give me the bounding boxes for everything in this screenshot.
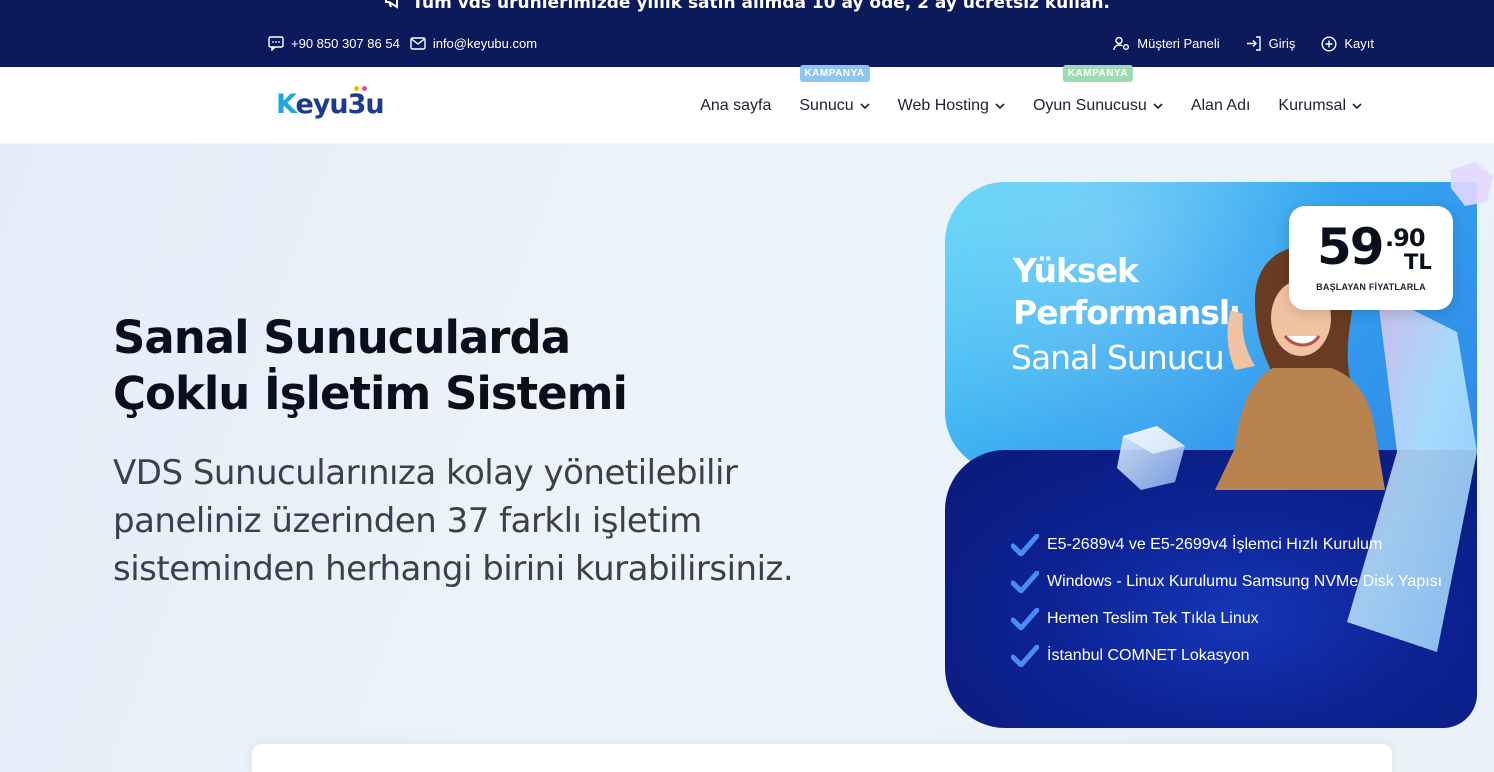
campaign-badge: KAMPANYA xyxy=(799,64,870,82)
email-address: info@keyubu.com xyxy=(432,36,538,51)
promo-heading: Yüksek Performanslı xyxy=(1013,251,1241,332)
nav-domain[interactable]: Alan Adı xyxy=(1191,97,1251,115)
hero-title-line1: Sanal Sunucularda xyxy=(113,311,571,364)
nav-home[interactable]: Ana sayfa xyxy=(700,97,771,115)
plus-circle-icon xyxy=(1321,35,1337,52)
feature-text: Hemen Teslim Tek Tıkla Linux xyxy=(1047,609,1259,627)
phone-link[interactable]: +90 850 307 86 54 xyxy=(268,36,400,51)
nav-game-server[interactable]: KAMPANYA Oyun Sunucusu xyxy=(1032,64,1163,115)
chevron-down-icon xyxy=(995,97,1005,115)
feature-item: E5-2689v4 ve E5-2699v4 İşlemci Hızlı Kur… xyxy=(1011,526,1442,563)
nav-corporate-label: Kurumsal xyxy=(1278,96,1346,114)
promo-banner[interactable]: YüksekPerformanslı Sanal Sunucu 59 .90 xyxy=(945,162,1493,728)
phone-number: +90 850 307 86 54 xyxy=(291,36,400,51)
feature-list: E5-2689v4 ve E5-2699v4 İşlemci Hızlı Kur… xyxy=(1011,526,1442,674)
checkmark-icon xyxy=(1011,644,1039,667)
nav-web-hosting[interactable]: Web Hosting xyxy=(898,97,1005,115)
register-label: Kayıt xyxy=(1344,36,1374,51)
search-card xyxy=(252,744,1392,772)
top-contact-bar: +90 850 307 86 54 info@keyubu.com Müşter… xyxy=(0,20,1494,67)
hero-subtitle: VDS Sunucularınıza kolay yönetilebilir p… xyxy=(113,453,794,589)
feature-text: İstanbul COMNET Lokasyon xyxy=(1047,646,1250,664)
feature-item: Windows - Linux Kurulumu Samsung NVMe Di… xyxy=(1011,563,1442,600)
nav-corporate[interactable]: Kurumsal xyxy=(1278,97,1362,115)
logo-wordmark: Keyu3u xyxy=(276,88,385,120)
checkmark-icon xyxy=(1011,533,1039,556)
chat-icon xyxy=(268,36,284,51)
price-cents: .90 xyxy=(1385,224,1426,252)
user-settings-icon xyxy=(1113,36,1130,51)
main-header: Keyu3u Ana sayfa KAMPANYA Sunucu Web Hos… xyxy=(0,64,1494,144)
login-icon xyxy=(1246,36,1262,51)
price-note: BAŞLAYAN FİYATLARLA xyxy=(1316,282,1426,292)
chevron-down-icon xyxy=(1352,97,1362,115)
price-main: 59 xyxy=(1317,218,1385,276)
feature-text: Windows - Linux Kurulumu Samsung NVMe Di… xyxy=(1047,572,1443,590)
customer-panel-label: Müşteri Paneli xyxy=(1137,36,1220,51)
checkmark-icon xyxy=(1011,607,1039,630)
nav-game-server-label: Oyun Sunucusu xyxy=(1032,96,1147,114)
checkmark-icon xyxy=(1011,570,1039,593)
price-badge: 59 .90 TL BAŞLAYAN FİYATLARLA xyxy=(1289,206,1453,310)
price-currency: TL xyxy=(1404,250,1432,274)
campaign-badge: KAMPANYA xyxy=(1062,64,1133,82)
hero-section: Sanal Sunucularda Çoklu İşletim Sistemi … xyxy=(0,144,1494,772)
glass-top-decoration xyxy=(1451,162,1493,206)
megaphone-icon xyxy=(384,0,404,14)
customer-panel-link[interactable]: Müşteri Paneli xyxy=(1113,36,1220,51)
nav-domain-label: Alan Adı xyxy=(1190,96,1251,114)
login-label: Giriş xyxy=(1268,36,1296,51)
announcement-bar: Tüm vds ürünlerimizde yıllık satın alımd… xyxy=(0,0,1494,20)
logo-dots xyxy=(354,86,367,91)
glass-cube-decoration xyxy=(1117,426,1185,490)
nav-server-label: Sunucu xyxy=(799,96,854,114)
login-link[interactable]: Giriş xyxy=(1246,36,1296,51)
hero-title-line2: Çoklu İşletim Sistemi xyxy=(113,367,628,420)
mail-icon xyxy=(410,37,426,50)
register-link[interactable]: Kayıt xyxy=(1321,35,1374,52)
site-logo[interactable]: Keyu3u xyxy=(276,82,385,126)
promo-subheading: Sanal Sunucu xyxy=(1011,338,1225,377)
hero-title: Sanal Sunucularda Çoklu İşletim Sistemi xyxy=(113,310,813,422)
main-nav: Ana sayfa KAMPANYA Sunucu Web Hosting KA… xyxy=(700,64,1362,144)
nav-server[interactable]: KAMPANYA Sunucu xyxy=(799,64,870,115)
nav-home-label: Ana sayfa xyxy=(700,96,772,114)
email-link[interactable]: info@keyubu.com xyxy=(410,36,537,51)
feature-text: E5-2689v4 ve E5-2699v4 İşlemci Hızlı Kur… xyxy=(1047,535,1383,553)
announcement-text: Tüm vds ürünlerimizde yıllık satın alımd… xyxy=(412,0,1110,13)
nav-web-hosting-label: Web Hosting xyxy=(897,96,989,114)
feature-item: İstanbul COMNET Lokasyon xyxy=(1011,637,1442,674)
chevron-down-icon xyxy=(860,97,870,115)
feature-item: Hemen Teslim Tek Tıkla Linux xyxy=(1011,600,1442,637)
chevron-down-icon xyxy=(1153,97,1163,115)
